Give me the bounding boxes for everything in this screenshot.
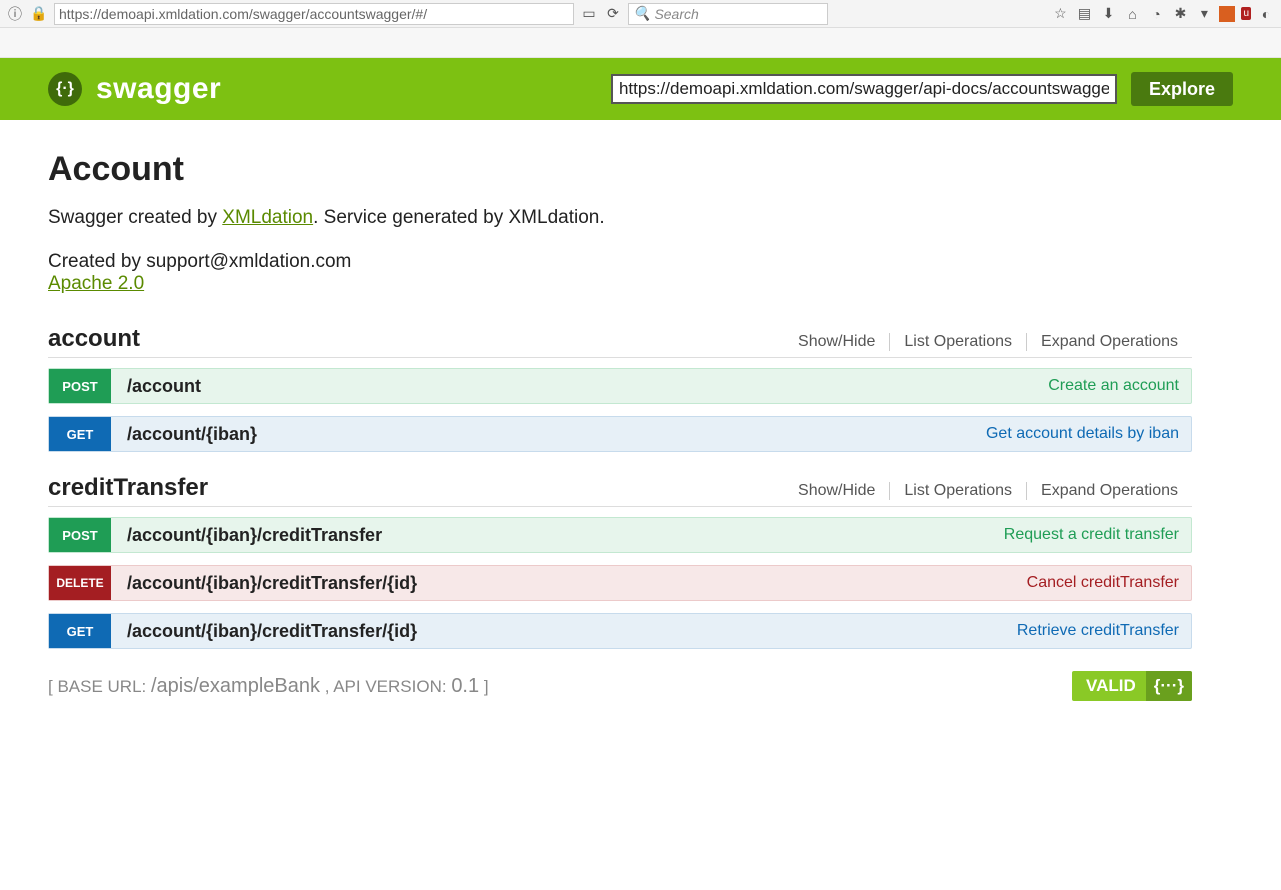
operation-summary[interactable]: Cancel creditTransfer: [1027, 574, 1179, 592]
api-license-link[interactable]: Apache 2.0: [48, 273, 144, 295]
swagger-header: {·} swagger Explore: [0, 58, 1281, 120]
operation-path[interactable]: /account: [111, 376, 1048, 397]
braces-icon: {···}: [1146, 671, 1192, 701]
ublock-icon[interactable]: u: [1241, 7, 1251, 20]
resource-creditTransfer: creditTransfer Show/Hide List Operations…: [48, 474, 1192, 649]
browser-bookmarks-bar: [0, 28, 1281, 58]
operation-path[interactable]: /account/{iban}/creditTransfer/{id}: [111, 621, 1017, 642]
browser-search-input[interactable]: 🔍 Search: [628, 3, 828, 25]
dropdown-icon[interactable]: ▾: [1195, 5, 1213, 22]
show-hide-link[interactable]: Show/Hide: [784, 333, 889, 351]
explore-button[interactable]: Explore: [1131, 72, 1233, 106]
api-contact: Created by support@xmldation.com: [48, 251, 1192, 273]
http-method-badge: DELETE: [49, 566, 111, 600]
spec-url-input[interactable]: [611, 74, 1117, 104]
http-method-badge: GET: [49, 417, 111, 451]
show-hide-link[interactable]: Show/Hide: [784, 482, 889, 500]
operation-summary[interactable]: Retrieve creditTransfer: [1017, 622, 1179, 640]
reader-icon[interactable]: ▭: [580, 5, 598, 22]
swagger-brand: swagger: [96, 72, 221, 106]
url-text: https://demoapi.xmldation.com/swagger/ac…: [59, 6, 427, 22]
pocket-icon[interactable]: ◔: [1147, 6, 1165, 22]
operation-summary[interactable]: Request a credit transfer: [1004, 526, 1179, 544]
api-title: Account: [48, 150, 1192, 189]
http-method-badge: POST: [49, 518, 111, 552]
operation-path[interactable]: /account/{iban}/creditTransfer: [111, 525, 1004, 546]
footer-text: [ BASE URL: /apis/exampleBank , API VERS…: [48, 675, 489, 698]
operation-summary[interactable]: Create an account: [1048, 377, 1179, 395]
reload-icon[interactable]: ⟳: [604, 5, 622, 22]
http-method-badge: GET: [49, 614, 111, 648]
home-icon[interactable]: ⌂: [1123, 6, 1141, 22]
resource-name[interactable]: account: [48, 325, 784, 353]
noscript-icon[interactable]: ◐: [1257, 6, 1275, 22]
resource-name[interactable]: creditTransfer: [48, 474, 784, 502]
url-bar[interactable]: https://demoapi.xmldation.com/swagger/ac…: [54, 3, 574, 25]
ubuntu-icon[interactable]: [1219, 6, 1235, 22]
resource-header: creditTransfer Show/Hide List Operations…: [48, 474, 1192, 507]
operation-row[interactable]: GET /account/{iban} Get account details …: [48, 416, 1192, 452]
resource-account: account Show/Hide List Operations Expand…: [48, 325, 1192, 452]
download-icon[interactable]: ⬇: [1099, 5, 1117, 22]
operation-path[interactable]: /account/{iban}: [111, 424, 986, 445]
star-icon[interactable]: ☆: [1051, 5, 1069, 22]
calendar-icon[interactable]: ▤: [1075, 5, 1093, 22]
list-operations-link[interactable]: List Operations: [889, 482, 1026, 500]
expand-operations-link[interactable]: Expand Operations: [1026, 482, 1192, 500]
api-description: Swagger created by XMLdation. Service ge…: [48, 207, 1192, 229]
swagger-logo-icon: {·}: [48, 72, 82, 106]
main-content: Account Swagger created by XMLdation. Se…: [0, 120, 1240, 741]
search-icon: 🔍: [633, 5, 650, 22]
lock-icon[interactable]: 🔒: [30, 5, 48, 22]
list-operations-link[interactable]: List Operations: [889, 333, 1026, 351]
info-icon[interactable]: ⓘ: [6, 4, 24, 24]
resource-header: account Show/Hide List Operations Expand…: [48, 325, 1192, 358]
resource-actions: Show/Hide List Operations Expand Operati…: [784, 333, 1192, 351]
resource-actions: Show/Hide List Operations Expand Operati…: [784, 482, 1192, 500]
valid-badge[interactable]: VALID {···}: [1072, 671, 1192, 701]
operation-row[interactable]: GET /account/{iban}/creditTransfer/{id} …: [48, 613, 1192, 649]
api-footer: [ BASE URL: /apis/exampleBank , API VERS…: [48, 671, 1192, 701]
expand-operations-link[interactable]: Expand Operations: [1026, 333, 1192, 351]
xmldation-link[interactable]: XMLdation: [222, 207, 313, 228]
extension-icon[interactable]: ✱: [1171, 5, 1189, 22]
browser-toolbar: ⓘ 🔒 https://demoapi.xmldation.com/swagge…: [0, 0, 1281, 28]
operation-row[interactable]: DELETE /account/{iban}/creditTransfer/{i…: [48, 565, 1192, 601]
http-method-badge: POST: [49, 369, 111, 403]
search-placeholder: Search: [654, 6, 698, 22]
valid-label: VALID: [1086, 676, 1136, 696]
operation-row[interactable]: POST /account/{iban}/creditTransfer Requ…: [48, 517, 1192, 553]
operation-row[interactable]: POST /account Create an account: [48, 368, 1192, 404]
operation-path[interactable]: /account/{iban}/creditTransfer/{id}: [111, 573, 1027, 594]
operation-summary[interactable]: Get account details by iban: [986, 425, 1179, 443]
